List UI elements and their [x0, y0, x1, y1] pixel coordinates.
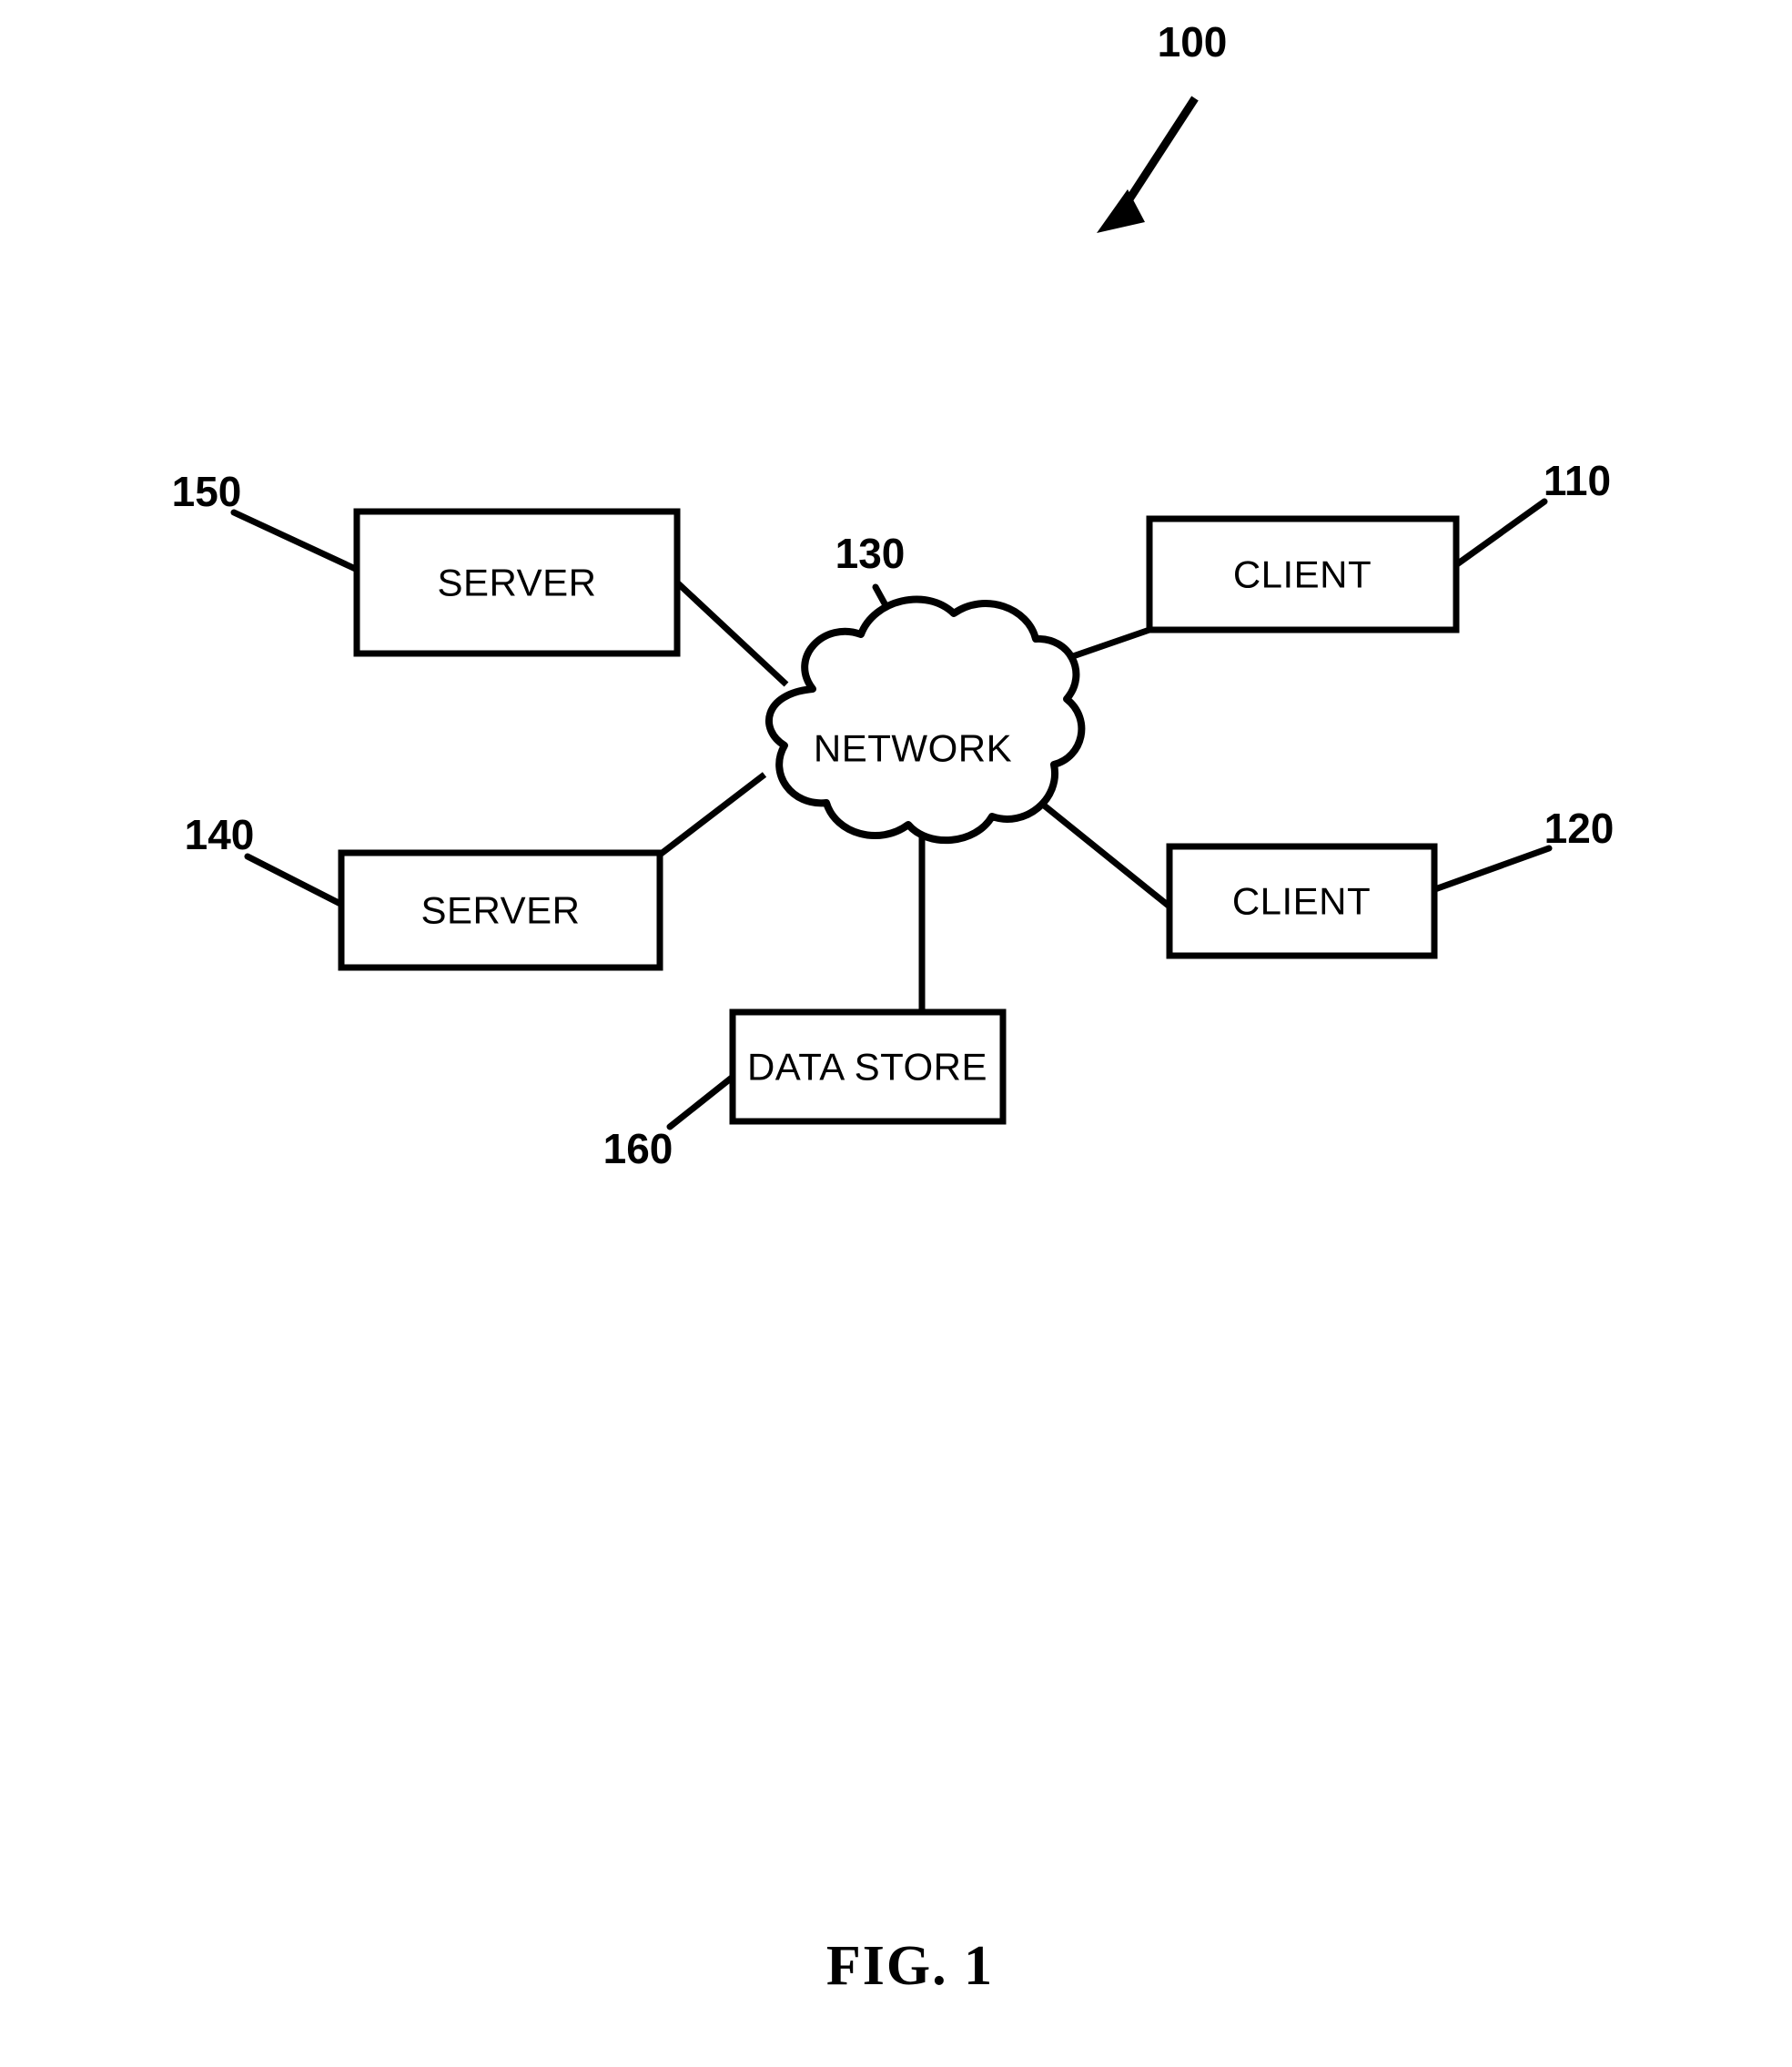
leader-line-150 [230, 509, 365, 575]
reference-number-160: 160 [603, 1125, 673, 1172]
overall-reference-arrow-group: 100 [1097, 18, 1227, 233]
node-label-client-110: CLIENT [1233, 553, 1372, 596]
reference-number-130: 130 [835, 530, 906, 577]
leader-line-110 [1451, 498, 1548, 570]
figure-caption: FIG. 1 [826, 1935, 994, 1997]
node-label-client-120: CLIENT [1232, 880, 1371, 923]
reference-number-100: 100 [1158, 18, 1228, 66]
node-server-150: SERVER 150 [172, 468, 681, 657]
cloud-icon [765, 595, 1086, 845]
node-data-store-160: DATA STORE 160 [603, 1008, 1007, 1172]
node-client-110: CLIENT 110 [1146, 457, 1611, 633]
leader-line-140 [244, 853, 348, 909]
reference-number-110: 110 [1544, 457, 1611, 504]
connection-line-server-150-to-network-130 [674, 580, 789, 687]
node-label-server-140: SERVER [421, 889, 581, 932]
node-client-120: CLIENT 120 [1166, 805, 1615, 959]
network-architecture-diagram: 100 NETWORK 130 SERVER 150 CLIENT 110 SERVER… [172, 18, 1615, 1997]
patent-figure-page: 100 NETWORK 130 SERVER 150 CLIENT 110 SERVER… [0, 0, 1792, 2067]
node-server-140: SERVER 140 [185, 811, 663, 971]
reference-number-150: 150 [172, 468, 242, 515]
node-label-server-150: SERVER [438, 562, 597, 604]
reference-number-120: 120 [1544, 805, 1615, 852]
overall-reference-arrow-head [1097, 189, 1145, 233]
network-cloud-node: NETWORK 130 [765, 530, 1086, 845]
node-label-data-store-160: DATA STORE [747, 1046, 987, 1089]
connection-line-server-140-to-network-130 [657, 772, 767, 857]
reference-number-140: 140 [185, 811, 255, 858]
leader-line-120 [1429, 845, 1553, 894]
node-label-network: NETWORK [814, 727, 1012, 770]
leader-line-160 [666, 1070, 740, 1130]
connection-line-client-120-to-network-130 [1040, 802, 1177, 913]
